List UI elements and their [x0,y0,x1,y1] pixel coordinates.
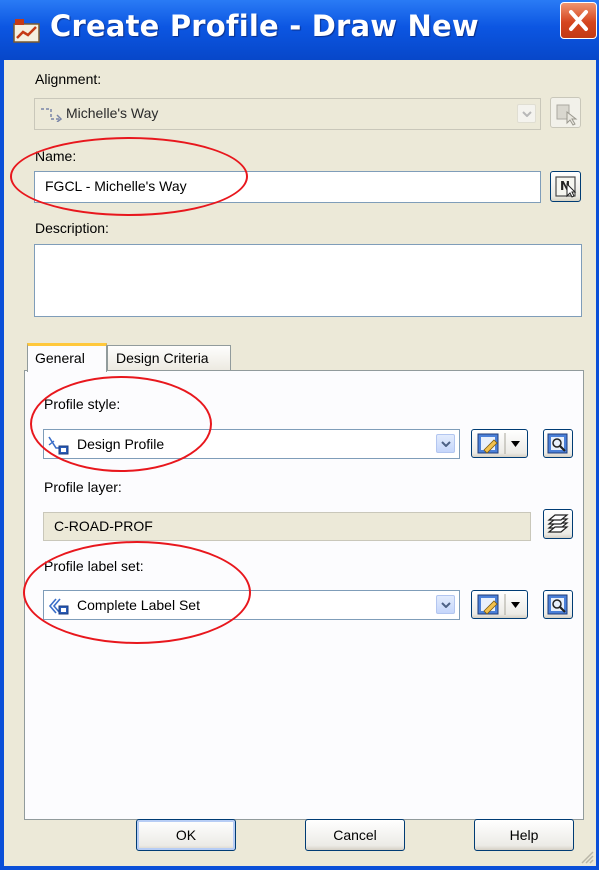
profile-layer-value: C-ROAD-PROF [54,518,153,534]
title-bar[interactable]: Create Profile - Draw New [0,0,599,60]
profile-style-edit-button[interactable] [471,429,528,458]
create-profile-dialog: Create Profile - Draw New Alignment: Mic… [0,0,599,870]
alignment-combo: Michelle's Way [34,98,541,130]
edit-style-icon [477,594,520,615]
close-button[interactable] [560,2,597,39]
profile-label-set-edit-button[interactable] [471,590,528,619]
resize-grip-icon[interactable] [578,850,594,864]
profile-label-set-preview-button[interactable] [543,590,573,619]
alignment-icon [41,108,63,122]
profile-style-dropdown-arrow[interactable] [436,434,455,453]
profile-label-set-dropdown-arrow[interactable] [436,595,455,614]
alignment-dropdown-arrow [517,104,536,123]
profile-layer-button[interactable] [543,509,573,539]
alignment-label: Alignment: [35,71,102,87]
alignment-value: Michelle's Way [66,105,159,121]
preview-icon [547,594,568,615]
tab-general-label: General [35,350,85,366]
chevron-down-icon [441,441,451,447]
window-title: Create Profile - Draw New [50,9,479,43]
profile-style-preview-button[interactable] [543,429,573,458]
select-alignment-button [550,97,581,128]
tab-design-criteria-label: Design Criteria [116,350,209,366]
annotation-circle-profile-label-set [23,541,251,644]
annotation-circle-profile-style [30,376,212,472]
help-button[interactable]: Help [474,819,574,851]
description-input[interactable] [34,244,582,317]
ok-button[interactable]: OK [136,819,236,851]
layers-icon [547,514,569,533]
preview-icon [547,433,568,454]
cancel-button[interactable]: Cancel [305,819,405,851]
profile-layer-field: C-ROAD-PROF [43,512,531,541]
close-icon [569,10,588,31]
tab-design-criteria[interactable]: Design Criteria [107,345,231,371]
profile-app-icon [13,19,40,43]
profile-layer-label: Profile layer: [44,479,122,495]
description-label: Description: [35,220,109,236]
pick-from-drawing-icon [556,104,578,126]
name-template-button[interactable]: N [550,171,581,202]
name-template-icon: N [555,176,577,198]
annotation-circle-name [10,137,248,216]
chevron-down-icon [441,602,451,608]
edit-style-icon [477,433,520,454]
chevron-down-icon [522,111,532,117]
tab-general[interactable]: General [27,343,107,372]
